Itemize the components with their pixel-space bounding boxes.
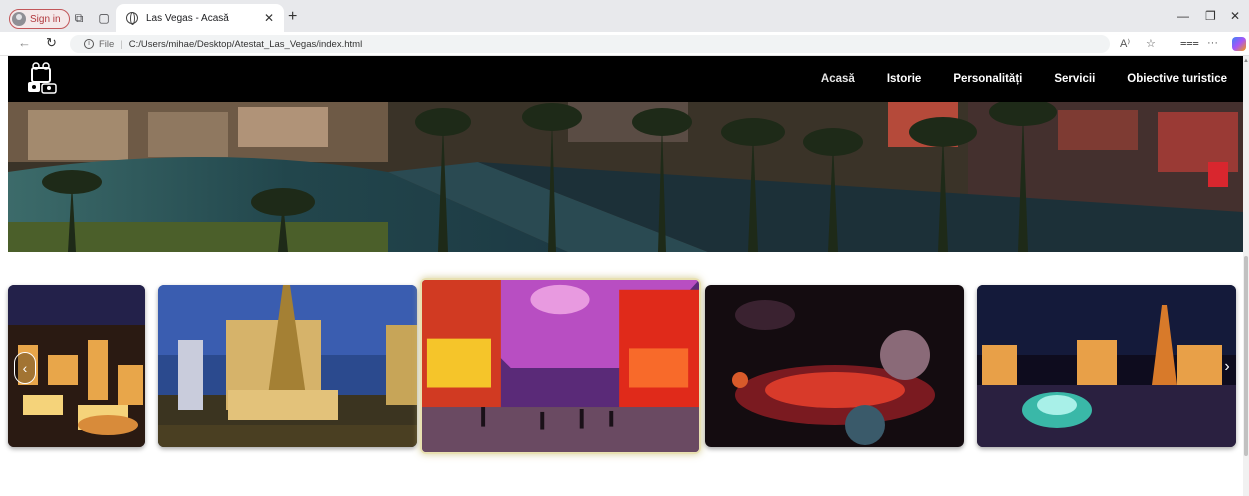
url-text: C:/Users/mihae/Desktop/Atestat_Las_Vegas… bbox=[128, 38, 363, 50]
page-scrollbar[interactable]: ▲ bbox=[1243, 56, 1249, 496]
carousel-slide-show-stage[interactable] bbox=[705, 285, 964, 447]
hero-banner-image bbox=[8, 102, 1243, 252]
favorite-icon[interactable]: ☆ bbox=[1146, 37, 1156, 50]
tab-las-vegas[interactable]: Las Vegas - Acasă ✕ bbox=[116, 4, 284, 32]
workspaces-icon[interactable]: ⧉ bbox=[72, 11, 86, 25]
nav-link-personalitati[interactable]: Personalități bbox=[953, 73, 1022, 85]
browser-tab-bar: Sign in ⧉ ▢ Las Vegas - Acasă ✕ + — ❐ ✕ bbox=[0, 0, 1249, 32]
tab-actions-icon[interactable]: ▢ bbox=[97, 11, 111, 25]
carousel-prev-button[interactable]: ‹ bbox=[14, 352, 36, 384]
sign-in-button[interactable]: Sign in bbox=[9, 9, 70, 29]
address-bar[interactable]: i File | C:/Users/mihae/Desktop/Atestat_… bbox=[70, 35, 1110, 53]
sign-in-label: Sign in bbox=[30, 13, 61, 25]
nav-link-acasa[interactable]: Acasă bbox=[821, 73, 855, 85]
restore-icon[interactable]: ❐ bbox=[1205, 9, 1216, 23]
minimize-icon[interactable]: — bbox=[1177, 9, 1189, 23]
scroll-up-icon[interactable]: ▲ bbox=[1243, 58, 1249, 64]
globe-icon bbox=[126, 12, 138, 25]
close-window-icon[interactable]: ✕ bbox=[1230, 9, 1240, 23]
site-navbar: Acasă Istorie Personalități Servicii Obi… bbox=[8, 56, 1243, 102]
info-icon[interactable]: i bbox=[84, 39, 94, 49]
read-aloud-icon[interactable]: A⁾ bbox=[1120, 37, 1130, 50]
back-icon[interactable]: ← bbox=[18, 35, 31, 50]
casino-logo-icon[interactable] bbox=[24, 62, 60, 96]
carousel-slide-bellagio-fountains[interactable] bbox=[977, 285, 1236, 447]
address-toolbar: ← ↻ i File | C:/Users/mihae/Desktop/Ates… bbox=[0, 32, 1249, 56]
copilot-icon[interactable] bbox=[1232, 37, 1246, 51]
new-tab-icon[interactable]: + bbox=[288, 8, 297, 26]
tab-title: Las Vegas - Acasă bbox=[146, 12, 229, 24]
collections-icon[interactable]: ⩶ bbox=[1180, 37, 1199, 50]
nav-link-servicii[interactable]: Servicii bbox=[1054, 73, 1095, 85]
more-icon[interactable]: ··· bbox=[1207, 37, 1218, 49]
carousel-slide-fremont-street[interactable] bbox=[420, 278, 701, 454]
main-menu: Acasă Istorie Personalități Servicii Obi… bbox=[821, 56, 1243, 102]
reload-icon[interactable]: ↻ bbox=[46, 35, 57, 51]
carousel-slide-paris-hotel[interactable] bbox=[158, 285, 417, 447]
nav-link-obiective-turistice[interactable]: Obiective turistice bbox=[1127, 73, 1227, 85]
carousel-next-button[interactable]: › bbox=[1216, 352, 1238, 384]
scrollbar-thumb[interactable] bbox=[1244, 256, 1248, 456]
nav-link-istorie[interactable]: Istorie bbox=[887, 73, 922, 85]
profile-icon bbox=[12, 12, 26, 26]
close-tab-icon[interactable]: ✕ bbox=[264, 11, 274, 25]
url-scheme-label: File bbox=[99, 38, 115, 50]
url-separator: | bbox=[120, 38, 123, 50]
